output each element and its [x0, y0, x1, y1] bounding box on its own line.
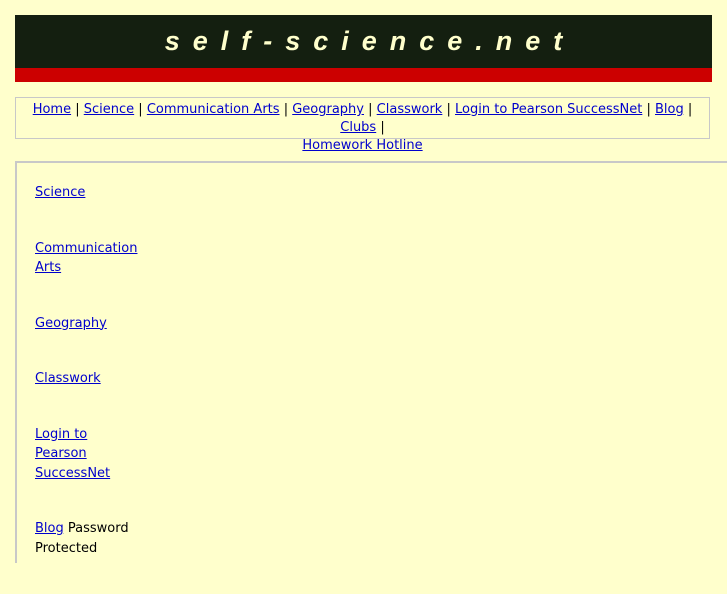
nav-homework-hotline[interactable]: Homework Hotline [302, 138, 422, 153]
sidebar-link-blog[interactable]: Blog [35, 521, 64, 536]
content-panel: Science Communication Arts Geography Cla… [15, 161, 727, 563]
nav-separator: | [368, 102, 373, 117]
nav-geography[interactable]: Geography [292, 102, 364, 117]
sidebar: Science Communication Arts Geography Cla… [35, 183, 145, 594]
site-title: self-science.net [164, 26, 576, 56]
nav-login-pearson[interactable]: Login to Pearson SuccessNet [455, 102, 642, 117]
sidebar-item-login-pearson: Login to Pearson SuccessNet [35, 425, 115, 484]
sidebar-link-geography[interactable]: Geography [35, 316, 107, 331]
nav-home[interactable]: Home [33, 102, 71, 117]
nav-communication-arts[interactable]: Communication Arts [147, 102, 280, 117]
nav-clubs[interactable]: Clubs [340, 120, 376, 135]
sidebar-item-communication-arts: Communication Arts [35, 239, 145, 278]
nav-separator: | [687, 102, 693, 117]
sidebar-link-classwork[interactable]: Classwork [35, 371, 101, 386]
nav-separator: | [138, 102, 143, 117]
nav-separator: | [646, 102, 651, 117]
sidebar-link-science[interactable]: Science [35, 185, 85, 200]
nav-science[interactable]: Science [84, 102, 134, 117]
sidebar-link-login-pearson[interactable]: Login to Pearson SuccessNet [35, 427, 110, 481]
nav-separator: | [283, 102, 289, 117]
banner-stripe [15, 68, 712, 82]
nav-separator: | [380, 120, 385, 135]
nav-classwork[interactable]: Classwork [377, 102, 443, 117]
sidebar-item-blog: Blog Password Protected [35, 519, 135, 558]
sidebar-item-geography: Geography [35, 314, 145, 334]
top-navigation: Home | Science | Communication Arts | Ge… [15, 97, 710, 153]
nav-separator: | [75, 102, 80, 117]
sidebar-item-science: Science [35, 183, 145, 203]
sidebar-item-classwork: Classwork [35, 369, 145, 389]
sidebar-link-communication-arts[interactable]: Communication Arts [35, 241, 137, 276]
nav-separator: | [446, 102, 451, 117]
site-banner: self-science.net [15, 15, 712, 68]
nav-blog[interactable]: Blog [655, 102, 684, 117]
